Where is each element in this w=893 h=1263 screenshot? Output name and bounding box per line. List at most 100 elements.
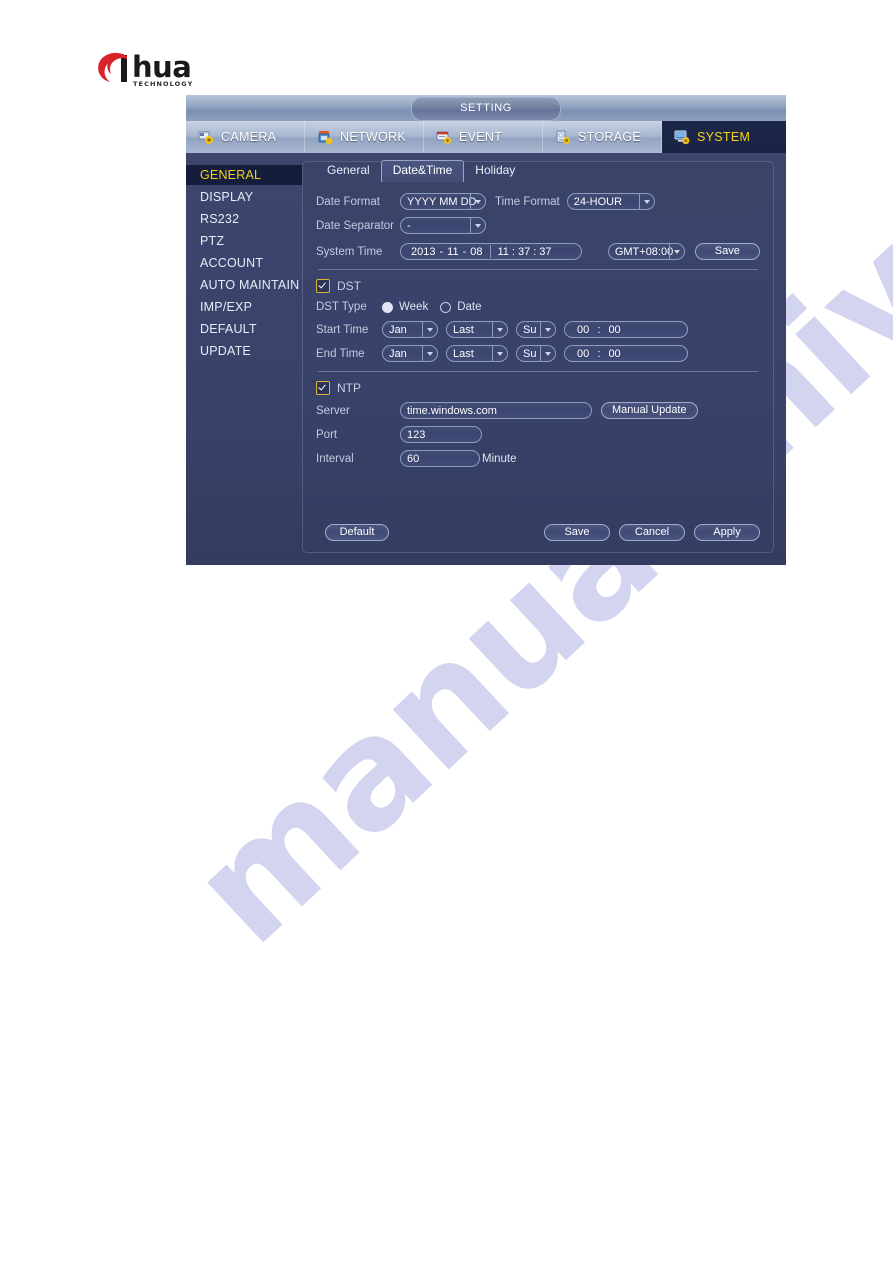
ntp-server-input[interactable]: time.windows.com: [400, 402, 592, 419]
system-time-second: 37: [539, 245, 552, 258]
row-ntp-enable[interactable]: NTP: [316, 379, 760, 397]
manual-update-button[interactable]: Manual Update: [601, 402, 698, 419]
chevron-down-icon[interactable]: [540, 346, 555, 361]
tab-system[interactable]: SYSTEM: [662, 121, 786, 153]
row-date-separator: Date Separator -: [316, 215, 760, 236]
timezone-value: GMT+08:00: [614, 246, 674, 258]
event-gear-icon: [436, 130, 453, 145]
sidebar-item-update[interactable]: UPDATE: [186, 341, 298, 361]
chevron-down-icon[interactable]: [492, 346, 507, 361]
timezone-select[interactable]: GMT+08:00: [607, 243, 685, 260]
dst-end-day-select[interactable]: Su: [516, 345, 556, 362]
footer-actions: Default Save Cancel Apply: [316, 524, 760, 541]
system-time-divider: [489, 245, 491, 258]
dst-type-date-label: Date: [457, 301, 482, 313]
system-time-label: System Time: [316, 245, 383, 258]
chevron-down-icon[interactable]: [470, 218, 485, 233]
sidebar-item-general[interactable]: GENERAL: [186, 165, 308, 185]
default-button[interactable]: Default: [325, 524, 389, 541]
sidebar-item-auto-maintain[interactable]: AUTO MAINTAIN: [186, 275, 299, 295]
dst-end-time-input[interactable]: 00 : 00: [564, 345, 688, 362]
tab-camera[interactable]: CAMERA: [186, 121, 305, 153]
date-format-select[interactable]: YYYY MM DD: [400, 193, 486, 210]
sidebar-item-ptz[interactable]: PTZ: [186, 231, 298, 251]
tab-storage[interactable]: STORAGE: [543, 121, 662, 153]
dst-start-time-input[interactable]: 00 : 00: [564, 321, 688, 338]
sidebar-item-imp-exp[interactable]: IMP/EXP: [186, 297, 298, 317]
dst-end-label: End Time: [316, 347, 365, 360]
dahua-tagline: TECHNOLOGY: [133, 80, 194, 88]
date-format-label: Date Format: [316, 195, 380, 208]
tab-camera-label: CAMERA: [221, 130, 277, 144]
sidebar-item-rs232[interactable]: RS232: [186, 209, 298, 229]
tab-network[interactable]: NETWORK: [305, 121, 424, 153]
ntp-interval-value: 60: [407, 453, 420, 465]
ntp-checkbox[interactable]: [316, 381, 330, 395]
system-time-input[interactable]: 2013 - 11 - 08 11 : 37 : 37: [400, 243, 582, 260]
system-time-sep-2: -: [462, 245, 467, 258]
sidebar-item-display[interactable]: DISPLAY: [186, 187, 298, 207]
chevron-down-icon[interactable]: [422, 322, 437, 337]
sidebar-item-account[interactable]: ACCOUNT: [186, 253, 298, 273]
time-format-select[interactable]: 24-HOUR: [566, 193, 655, 210]
system-time-minute: 37: [517, 245, 531, 258]
dst-end-week-value: Last: [453, 348, 474, 360]
subtab-holiday[interactable]: Holiday: [464, 160, 526, 181]
window-body: GENERAL DISPLAY RS232 PTZ ACCOUNT AUTO M…: [186, 153, 786, 565]
top-tab-bar: CAMERA NETWORK EVENT STORAGE SYSTEM: [186, 121, 786, 153]
tab-event[interactable]: EVENT: [424, 121, 543, 153]
system-gear-icon: [674, 130, 691, 145]
apply-button[interactable]: Apply: [694, 524, 760, 541]
dst-start-label: Start Time: [316, 323, 369, 336]
dst-start-month-select[interactable]: Jan: [382, 321, 438, 338]
ntp-port-label: Port: [316, 428, 338, 441]
row-dst-enable[interactable]: DST: [316, 277, 760, 295]
sidebar-item-default[interactable]: DEFAULT: [186, 319, 298, 339]
dst-start-day-select[interactable]: Su: [516, 321, 556, 338]
subtab-date-time[interactable]: Date&Time: [380, 160, 465, 182]
ntp-label: NTP: [337, 381, 361, 395]
dahua-logo: hua TECHNOLOGY: [97, 52, 297, 92]
ntp-interval-input[interactable]: 60: [400, 450, 480, 467]
dst-start-time-sep: :: [597, 324, 601, 336]
ntp-port-input[interactable]: 123: [400, 426, 482, 443]
dst-end-week-select[interactable]: Last: [446, 345, 508, 362]
chevron-down-icon[interactable]: [638, 194, 654, 209]
subtab-general[interactable]: General: [316, 160, 381, 181]
save-time-button[interactable]: Save: [694, 243, 760, 260]
dst-start-week-select[interactable]: Last: [446, 321, 508, 338]
chevron-down-icon[interactable]: [470, 194, 485, 209]
row-date-format: Date Format YYYY MM DD Time Format 24-HO…: [316, 191, 760, 212]
time-format-value: 24-HOUR: [573, 196, 623, 208]
system-time-sep-1: -: [439, 245, 444, 258]
system-time-sep-3: :: [511, 245, 515, 258]
row-ntp-server: Server time.windows.com Manual Update: [316, 400, 760, 421]
chevron-down-icon[interactable]: [540, 322, 555, 337]
system-time-month: 11: [447, 245, 459, 258]
row-ntp-interval: Interval 60 Minute: [316, 448, 760, 469]
date-format-value: YYYY MM DD: [407, 196, 477, 208]
dst-end-day-value: Su: [523, 348, 537, 360]
chevron-down-icon[interactable]: [422, 346, 437, 361]
setting-window: SETTING CAMERA NETWORK EVENT STORAGE SYS…: [186, 95, 786, 565]
dst-type-week-label: Week: [399, 301, 429, 313]
storage-gear-icon: [555, 130, 572, 145]
date-time-form: Date Format YYYY MM DD Time Format 24-HO…: [302, 185, 774, 553]
row-ntp-port: Port 123: [316, 424, 760, 445]
chevron-down-icon[interactable]: [668, 244, 684, 259]
dst-checkbox[interactable]: [316, 279, 330, 293]
dst-end-month-select[interactable]: Jan: [382, 345, 438, 362]
date-separator-value: -: [407, 220, 411, 232]
dst-start-month-value: Jan: [389, 324, 407, 336]
chevron-down-icon[interactable]: [492, 322, 507, 337]
tab-event-label: EVENT: [459, 130, 503, 144]
save-button[interactable]: Save: [544, 524, 610, 541]
row-dst-start: Start Time Jan Last Su 00: 00: [316, 319, 760, 340]
date-separator-select[interactable]: -: [400, 217, 486, 234]
cancel-button[interactable]: Cancel: [619, 524, 685, 541]
dst-type-date-radio[interactable]: [440, 301, 452, 313]
date-separator-label: Date Separator: [316, 219, 394, 232]
system-time-year: 2013: [411, 245, 436, 258]
dst-end-minute: 00: [608, 348, 621, 360]
dst-type-week-radio[interactable]: [382, 301, 393, 313]
